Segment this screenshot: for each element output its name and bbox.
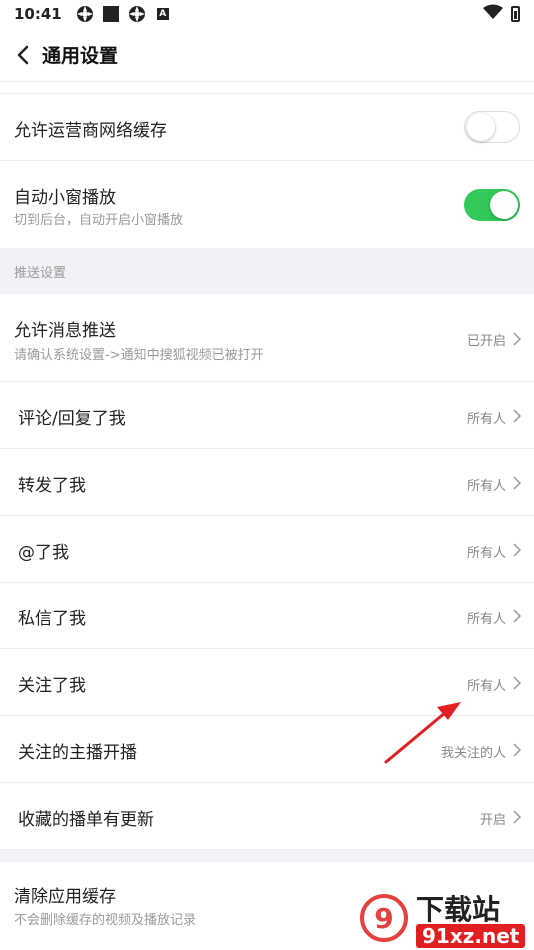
watermark-brand: 下载站 <box>416 893 501 926</box>
watermark-site: 91xz.net <box>416 924 526 948</box>
watermark: 9 下载站 91xz.net <box>354 886 534 950</box>
svg-text:9: 9 <box>374 902 393 935</box>
annotation-arrow <box>384 702 461 764</box>
